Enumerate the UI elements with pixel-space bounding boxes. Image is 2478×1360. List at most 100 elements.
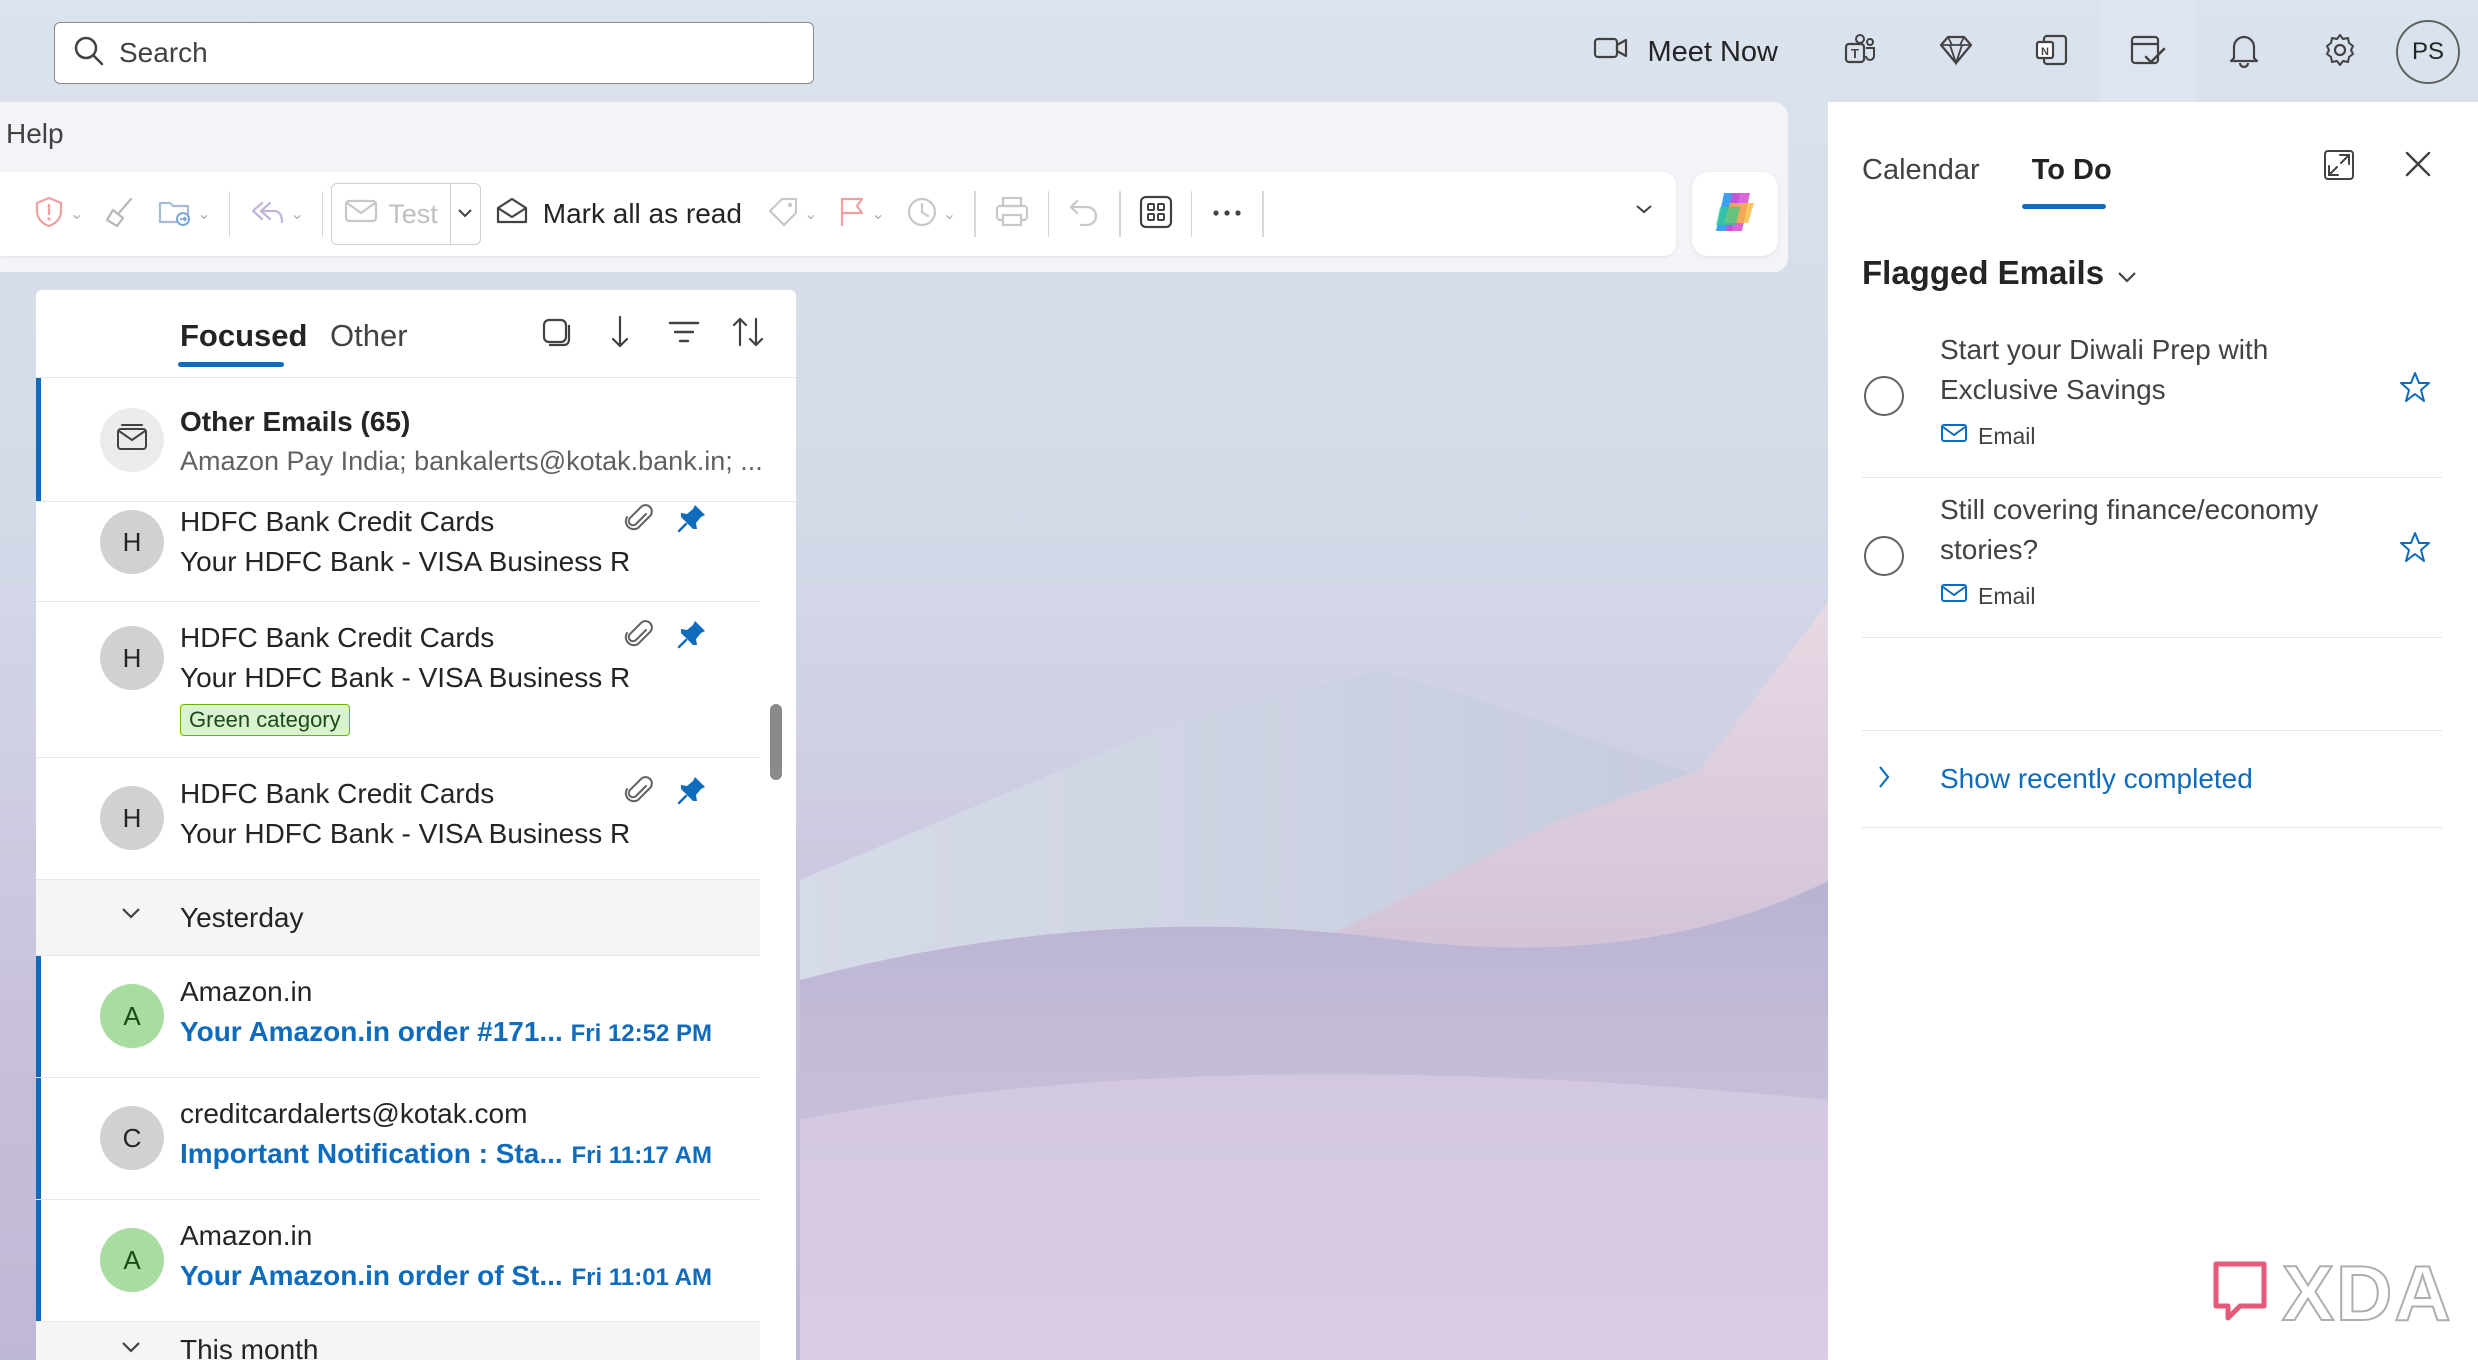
report-button[interactable]: ⌄ — [22, 184, 93, 244]
jump-to-button[interactable] — [600, 310, 640, 354]
message-sender: creditcardalerts@kotak.com — [180, 1098, 528, 1129]
group-title: This month — [180, 1334, 319, 1360]
clock-icon — [905, 195, 939, 234]
unread-indicator — [36, 1078, 41, 1199]
tab-focused-indicator — [178, 362, 284, 367]
task-complete-checkbox[interactable] — [1864, 536, 1904, 576]
notifications-button[interactable] — [2196, 0, 2292, 104]
premium-button[interactable] — [1908, 0, 2004, 104]
filter-button[interactable] — [664, 310, 704, 354]
tag-icon — [766, 195, 800, 234]
tab-calendar[interactable]: Calendar — [1862, 154, 1980, 187]
categorize-button[interactable]: ⌄ — [756, 184, 827, 244]
chevron-down-icon — [2116, 254, 2138, 292]
close-icon — [2402, 151, 2434, 184]
account-avatar[interactable]: PS — [2396, 20, 2460, 84]
pin-icon[interactable] — [676, 502, 708, 541]
other-emails-row[interactable]: Other Emails (65) Amazon Pay India; bank… — [36, 378, 796, 502]
undo-icon — [1067, 195, 1101, 234]
move-to-button[interactable]: ⌄ — [147, 184, 220, 244]
copilot-button[interactable] — [1692, 172, 1778, 256]
tab-focused[interactable]: Focused — [180, 318, 307, 354]
scrollbar-thumb[interactable] — [770, 704, 782, 780]
envelope-icon — [1940, 422, 1968, 450]
message-row[interactable]: H HDFC Bank Credit Cards Your HDFC Bank … — [36, 502, 760, 602]
other-emails-avatar — [100, 408, 164, 472]
flag-button[interactable]: ⌄ — [827, 184, 894, 244]
onenote-button[interactable]: N — [2004, 0, 2100, 104]
tab-other[interactable]: Other — [330, 318, 408, 354]
bell-icon — [2228, 32, 2260, 73]
xda-watermark: XDA — [2208, 1248, 2453, 1339]
chevron-down-icon: ⌄ — [803, 206, 818, 223]
close-pane-button[interactable] — [2402, 148, 2434, 185]
search-placeholder: Search — [119, 37, 208, 68]
sweep-button[interactable] — [93, 184, 147, 244]
task-item[interactable]: Start your Diwali Prep with Exclusive Sa… — [1862, 326, 2442, 478]
top-actions: Meet Now T N PS — [1593, 0, 2478, 104]
tab-todo[interactable]: To Do — [2032, 154, 2112, 187]
attachment-icon — [624, 618, 654, 657]
quick-step-test[interactable]: Test — [331, 183, 481, 245]
task-complete-checkbox[interactable] — [1864, 376, 1904, 416]
message-time: Fri 11:17 AM — [571, 1142, 713, 1169]
undo-button[interactable] — [1057, 184, 1111, 244]
envelope-icon — [1940, 582, 1968, 610]
chevron-right-icon — [1876, 763, 1892, 796]
print-button[interactable] — [984, 184, 1040, 244]
todo-pane-tabs: Calendar To Do — [1862, 154, 2112, 187]
task-title: Still covering finance/economy stories? — [1940, 494, 2319, 565]
task-item[interactable]: Still covering finance/economy stories? … — [1862, 486, 2442, 638]
onenote-icon: N — [2034, 32, 2070, 73]
star-icon[interactable] — [2398, 530, 2432, 569]
search-box[interactable]: Search — [54, 22, 814, 84]
reply-all-button[interactable]: ⌄ — [238, 184, 313, 244]
watermark-text: XDA — [2281, 1248, 2453, 1338]
group-header-this-month[interactable]: This month — [36, 1322, 760, 1360]
message-row-icons — [624, 774, 708, 813]
sender-avatar: A — [100, 984, 164, 1048]
mark-all-read-button[interactable]: Mark all as read — [481, 196, 756, 233]
todo-button[interactable] — [2100, 0, 2196, 104]
message-row[interactable]: H HDFC Bank Credit Cards Your HDFC Bank … — [36, 758, 760, 880]
group-header-yesterday[interactable]: Yesterday — [36, 880, 760, 956]
pin-icon[interactable] — [676, 774, 708, 813]
show-recently-completed-button[interactable]: Show recently completed — [1862, 730, 2442, 828]
svg-text:N: N — [2041, 46, 2049, 58]
pin-icon[interactable] — [676, 618, 708, 657]
more-options-button[interactable] — [1200, 184, 1254, 244]
message-sender: HDFC Bank Credit Cards — [180, 506, 495, 537]
snooze-button[interactable]: ⌄ — [895, 184, 966, 244]
message-subject: Your HDFC Bank - VISA Business R — [180, 662, 631, 693]
ribbon-divider — [321, 191, 324, 237]
apps-button[interactable] — [1129, 184, 1183, 244]
message-row[interactable]: A Amazon.in Your Amazon.in order #171...… — [36, 956, 760, 1078]
task-title: Start your Diwali Prep with Exclusive Sa… — [1940, 334, 2269, 405]
settings-button[interactable] — [2292, 0, 2388, 104]
message-row[interactable]: H HDFC Bank Credit Cards Your HDFC Bank … — [36, 602, 760, 758]
select-toggle-button[interactable] — [536, 310, 576, 354]
chevron-down-icon: ⌄ — [290, 206, 304, 223]
svg-text:T: T — [1851, 46, 1859, 61]
attachment-icon — [624, 502, 654, 541]
star-icon[interactable] — [2398, 370, 2432, 409]
unread-indicator — [36, 956, 41, 1077]
message-row[interactable]: C creditcardalerts@kotak.com Important N… — [36, 1078, 760, 1200]
flagged-emails-header[interactable]: Flagged Emails — [1862, 254, 2138, 292]
sort-button[interactable] — [728, 310, 768, 354]
ribbon-expand-button[interactable] — [1634, 202, 1654, 220]
sender-avatar: C — [100, 1106, 164, 1170]
ribbon-divider — [1262, 191, 1264, 237]
quick-step-test-label: Test — [388, 198, 438, 229]
message-list: Focused Other Other Emails (65) Amazon P… — [36, 290, 796, 1360]
teams-button[interactable]: T — [1812, 0, 1908, 104]
meet-now-button[interactable]: Meet Now — [1593, 35, 1812, 69]
open-in-new-window-button[interactable] — [2322, 148, 2356, 187]
message-row[interactable]: A Amazon.in Your Amazon.in order of St..… — [36, 1200, 760, 1322]
quick-step-test-main[interactable]: Test — [332, 197, 450, 232]
menu-help[interactable]: Help — [6, 118, 64, 150]
ribbon-divider — [1047, 191, 1050, 237]
message-row-icons — [624, 618, 708, 657]
quick-step-dropdown[interactable] — [449, 184, 480, 244]
todo-icon — [2129, 32, 2167, 73]
